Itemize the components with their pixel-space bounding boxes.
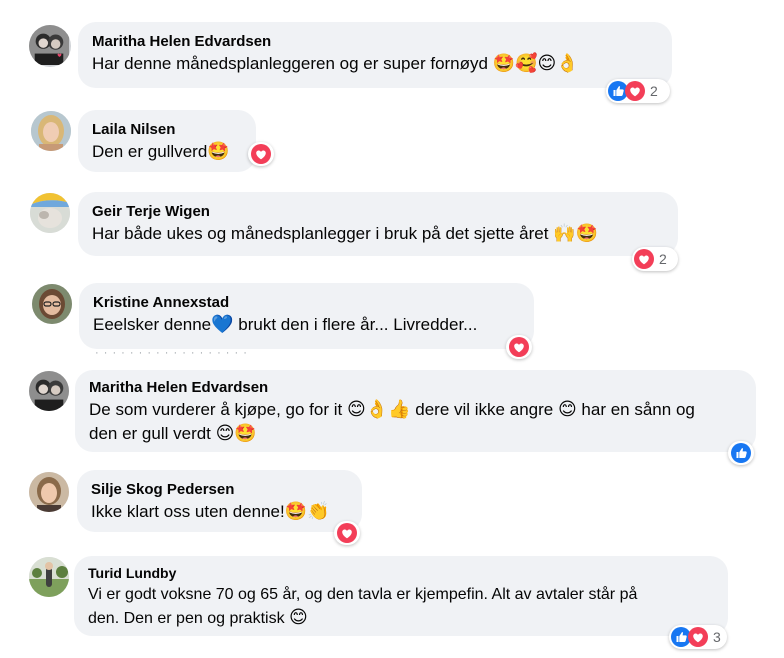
avatar[interactable]	[31, 111, 71, 151]
avatar[interactable]	[32, 284, 72, 324]
like-reaction-icon	[731, 443, 751, 463]
comment-text: Har både ukes og månedsplanlegger i bruk…	[92, 223, 599, 244]
love-reaction-icon	[634, 249, 654, 269]
comment-author[interactable]: Geir Terje Wigen	[92, 202, 664, 222]
comment-author[interactable]: Maritha Helen Edvardsen	[89, 378, 742, 398]
avatar[interactable]	[29, 472, 69, 512]
reaction-count: 3	[713, 629, 721, 645]
woman-glasses-icon	[32, 284, 72, 324]
avatar[interactable]	[30, 193, 70, 233]
obscured-text: · · · · · · · · · · · · · · · · · ·	[95, 347, 248, 359]
woman-blonde-icon	[31, 111, 71, 151]
blue-heart-emoji: 💙	[211, 314, 234, 335]
outdoor-photo-icon	[30, 193, 70, 233]
couple-photo-icon	[29, 25, 69, 65]
comment-bubble: Maritha Helen Edvardsen De som vurderer …	[75, 370, 756, 452]
reaction-summary[interactable]: 2	[606, 79, 670, 103]
garden-photo-icon	[29, 557, 69, 597]
comment-text: den er gull verdt 😊🤩	[89, 423, 257, 444]
comment-author[interactable]: Silje Skog Pedersen	[91, 480, 348, 500]
comment-text: De som vurderer å kjøpe, go for it 😊👌👍 d…	[89, 399, 695, 420]
reaction-summary[interactable]: 2	[632, 247, 678, 271]
reaction-summary[interactable]	[334, 521, 360, 545]
comment-text: Den er gullverd🤩	[92, 141, 230, 162]
reaction-summary[interactable]	[506, 335, 532, 359]
comment-author[interactable]: Turid Lundby	[88, 564, 714, 583]
emoji-group: 🤩	[207, 141, 230, 162]
avatar[interactable]	[29, 371, 69, 411]
couple-photo-icon	[29, 371, 69, 411]
comment-text: den. Den er pen og praktisk 😊	[88, 607, 308, 628]
avatar[interactable]	[29, 25, 71, 67]
woman-portrait-icon	[29, 472, 69, 512]
love-reaction-icon	[688, 627, 708, 647]
comment-bubble: Turid Lundby Vi er godt voksne 70 og 65 …	[74, 556, 728, 636]
emoji-group: 😊🤩	[215, 423, 257, 444]
reaction-summary[interactable]	[728, 441, 754, 465]
emoji-group: 😊	[289, 607, 308, 628]
love-reaction-icon	[337, 523, 357, 543]
comment-text: Ikke klart oss uten denne!🤩👏	[91, 501, 330, 522]
love-reaction-icon	[625, 81, 645, 101]
emoji-group: 🤩🥰😊👌	[492, 53, 579, 74]
comment-text: Vi er godt voksne 70 og 65 år, og den ta…	[88, 586, 638, 603]
comment-author[interactable]: Maritha Helen Edvardsen	[92, 32, 658, 52]
reaction-summary[interactable]	[248, 142, 274, 166]
comment-bubble: Geir Terje Wigen Har både ukes og måneds…	[78, 192, 678, 256]
reaction-summary[interactable]: 3	[669, 625, 727, 649]
comment-author[interactable]: Laila Nilsen	[92, 120, 242, 140]
comment-bubble: Laila Nilsen Den er gullverd🤩	[78, 110, 256, 172]
emoji-group: 🙌🤩	[553, 223, 599, 244]
emoji-group: 🤩👏	[284, 501, 330, 522]
emoji-group: 😊	[557, 399, 577, 420]
avatar[interactable]	[29, 557, 69, 597]
comment-bubble: Maritha Helen Edvardsen Har denne måneds…	[78, 22, 672, 88]
reaction-count: 2	[650, 83, 658, 99]
comment-bubble: Kristine Annexstad Eeelsker denne💙 brukt…	[79, 283, 534, 349]
comment-text: Har denne månedsplanleggeren og er super…	[92, 53, 579, 74]
love-reaction-icon	[251, 144, 271, 164]
emoji-group: 😊👌👍	[346, 399, 411, 420]
comment-bubble: Silje Skog Pedersen Ikke klart oss uten …	[77, 470, 362, 532]
comment-text: Eeelsker denne💙 brukt den i flere år... …	[93, 314, 478, 335]
love-reaction-icon	[509, 337, 529, 357]
reaction-count: 2	[659, 251, 667, 267]
comment-author[interactable]: Kristine Annexstad	[93, 293, 520, 313]
